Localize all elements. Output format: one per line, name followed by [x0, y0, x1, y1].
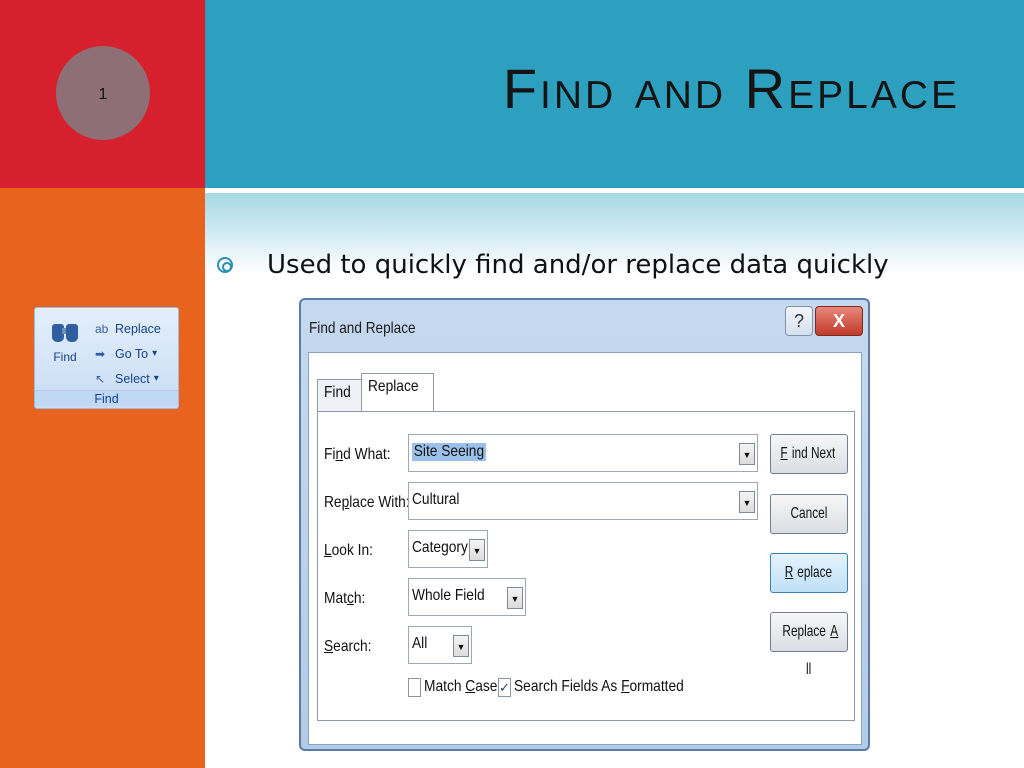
find-next-button[interactable]: Find Next	[770, 434, 848, 474]
ribbon-select-button[interactable]: ↖ Select ▾	[95, 366, 161, 391]
search-formatted-checkbox[interactable]: ✓	[498, 678, 511, 697]
match-label: Match:	[324, 590, 366, 607]
replace-all-button[interactable]: Replace All	[770, 612, 848, 678]
find-what-value: Site Seeing	[412, 443, 486, 461]
ribbon-select-label: Select	[115, 371, 150, 386]
chevron-down-icon[interactable]: ▼	[739, 491, 755, 513]
tab-replace[interactable]: Replace	[361, 373, 434, 412]
chevron-down-icon[interactable]: ▼	[453, 635, 469, 657]
search-value: All	[412, 635, 428, 652]
look-in-label: Look In:	[324, 542, 373, 559]
bullet-text: Used to quickly find and/or replace data…	[267, 250, 889, 280]
match-case-checkbox[interactable]	[408, 678, 421, 697]
chevron-down-icon[interactable]: ▼	[739, 443, 755, 465]
replace-with-combobox[interactable]: Cultural ▼	[408, 482, 758, 520]
bullet-icon	[217, 257, 233, 273]
find-replace-dialog: Find and Replace ? X Find Replace Find W…	[299, 298, 870, 751]
match-select[interactable]: Whole Field ▼	[408, 578, 526, 616]
tab-replace-label: Replace	[368, 378, 419, 395]
chevron-down-icon[interactable]: ▼	[469, 539, 485, 561]
match-case-label: Match Case	[424, 678, 498, 695]
replace-panel: Find What: Site Seeing ▼ Replace With: C…	[317, 411, 855, 721]
replace-button[interactable]: Replace	[770, 553, 848, 593]
tab-find-label: Find	[324, 384, 351, 401]
close-button[interactable]: X	[815, 306, 863, 336]
search-label: Search:	[324, 638, 372, 655]
find-what-label: Find What:	[324, 446, 391, 463]
chevron-down-icon: ▾	[152, 348, 158, 359]
search-select[interactable]: All ▼	[408, 626, 472, 664]
replace-with-label: Replace With:	[324, 494, 410, 511]
ribbon-replace-label: Replace	[115, 321, 161, 336]
chevron-down-icon[interactable]: ▼	[507, 587, 523, 609]
replace-with-value: Cultural	[412, 491, 460, 508]
match-value: Whole Field	[412, 587, 485, 604]
checkmark-icon: ✓	[499, 680, 510, 695]
ribbon-group-caption: Find	[35, 390, 178, 406]
help-button[interactable]: ?	[785, 306, 813, 336]
slide-title: Find and Replace	[502, 57, 960, 120]
chevron-down-icon: ▾	[153, 373, 159, 384]
slide-number-badge: 1	[56, 46, 150, 140]
ribbon-replace-button[interactable]: ab Replace	[95, 316, 161, 341]
cancel-button[interactable]: Cancel	[770, 494, 848, 534]
help-icon: ?	[793, 311, 804, 331]
slide-number: 1	[98, 86, 108, 103]
search-formatted-label: Search Fields As Formatted	[514, 678, 684, 695]
cursor-icon: ↖	[95, 371, 106, 386]
look-in-select[interactable]: Category ▼	[408, 530, 488, 568]
ribbon-find-group: Find ab Replace ➡ Go To ▾ ↖ Select ▾ Fin…	[34, 307, 179, 409]
ribbon-find-button[interactable]: Find	[45, 318, 85, 364]
dialog-body: Find Replace Find What: Site Seeing ▼ Re…	[308, 352, 862, 745]
dialog-title: Find and Replace	[309, 320, 416, 337]
close-icon: X	[832, 311, 845, 331]
ribbon-find-label: Find	[53, 350, 77, 364]
ribbon-goto-button[interactable]: ➡ Go To ▾	[95, 341, 161, 366]
left-accent-bottom	[0, 188, 205, 768]
find-what-combobox[interactable]: Site Seeing ▼	[408, 434, 758, 472]
tab-find[interactable]: Find	[317, 379, 363, 411]
binoculars-icon	[50, 318, 80, 344]
look-in-value: Category	[412, 539, 468, 556]
replace-icon: ab	[95, 321, 109, 336]
arrow-right-icon: ➡	[95, 346, 106, 361]
ribbon-goto-label: Go To	[115, 346, 149, 361]
bullet-point: Used to quickly find and/or replace data…	[217, 250, 889, 280]
